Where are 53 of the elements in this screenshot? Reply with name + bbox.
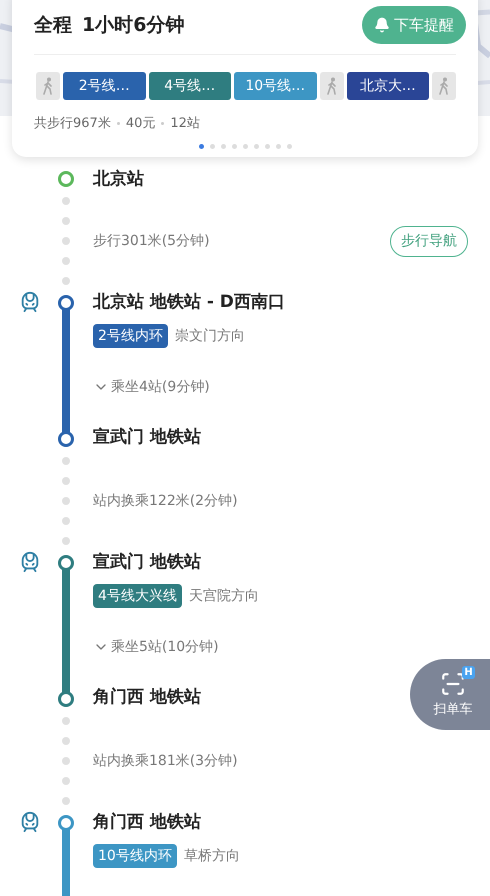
walking-person-icon <box>326 77 338 95</box>
walking-person-icon <box>438 77 450 95</box>
station-marker <box>58 295 74 311</box>
line-segment: 北京大… <box>346 72 429 100</box>
walking-person-icon <box>42 77 54 95</box>
page-indicator-dot[interactable] <box>242 144 248 149</box>
line-badge: 10号线内环 <box>93 844 177 868</box>
walk-info: 站内换乘122米(2分钟) <box>93 492 238 510</box>
page-indicator-dot[interactable] <box>198 144 204 149</box>
page-indicator-dot[interactable] <box>210 144 214 149</box>
scan-icon <box>440 671 466 697</box>
route-stat: 共步行967米 <box>34 115 111 132</box>
station-marker <box>58 431 74 447</box>
bike-badge: H <box>462 666 475 679</box>
line-badge: 4号线大兴线 <box>93 584 182 608</box>
train-icon <box>19 811 41 833</box>
page-indicator-dot[interactable] <box>264 144 270 149</box>
station-name: 角门西 地铁站 <box>93 686 202 708</box>
direction-text: 天宫院方向 <box>188 587 259 605</box>
start-point-marker <box>58 171 74 187</box>
route-stat: 12站 <box>170 115 200 132</box>
walk-info: 步行301米(5分钟) <box>93 232 210 250</box>
page-indicator-dot[interactable] <box>254 144 258 149</box>
line-segment: 2号线… <box>63 72 146 100</box>
page-indicator-dot[interactable] <box>286 144 292 149</box>
station-name: 北京站 地铁站 - D西南口 <box>93 291 286 313</box>
route-stat: 40元 <box>126 115 156 132</box>
alight-reminder-button[interactable]: 下车提醒 <box>362 6 466 44</box>
station-name: 北京站 <box>93 168 145 190</box>
train-icon <box>19 291 41 313</box>
direction-text: 草桥方向 <box>184 847 240 865</box>
walk-navigation-button[interactable]: 步行导航 <box>390 226 468 256</box>
station-name: 角门西 地铁站 <box>93 811 202 833</box>
station-name: 宣武门 地铁站 <box>93 426 202 448</box>
route-label: 全程 <box>34 14 72 36</box>
page-indicator-dot[interactable] <box>276 144 280 149</box>
station-marker <box>58 555 74 571</box>
page-indicator-dot[interactable] <box>232 144 236 149</box>
bell-icon <box>374 17 390 33</box>
line-segment: 10号线… <box>234 72 316 100</box>
ride-stops-toggle[interactable]: 乘坐4站(9分钟) <box>93 378 490 396</box>
train-icon <box>19 551 41 573</box>
station-marker <box>58 815 74 831</box>
station-name: 宣武门 地铁站 <box>93 551 202 573</box>
scan-bike-button[interactable]: H 扫单车 <box>410 659 490 730</box>
station-marker <box>58 691 74 707</box>
route-duration: 1小时6分钟 <box>82 14 184 36</box>
page-indicator-dot[interactable] <box>220 144 226 149</box>
line-badge: 2号线内环 <box>93 324 168 348</box>
direction-text: 崇文门方向 <box>174 327 245 345</box>
line-segment: 4号线… <box>148 72 231 100</box>
walk-info: 站内换乘181米(3分钟) <box>93 752 238 770</box>
ride-stops-toggle[interactable]: 乘坐5站(10分钟) <box>93 638 490 656</box>
